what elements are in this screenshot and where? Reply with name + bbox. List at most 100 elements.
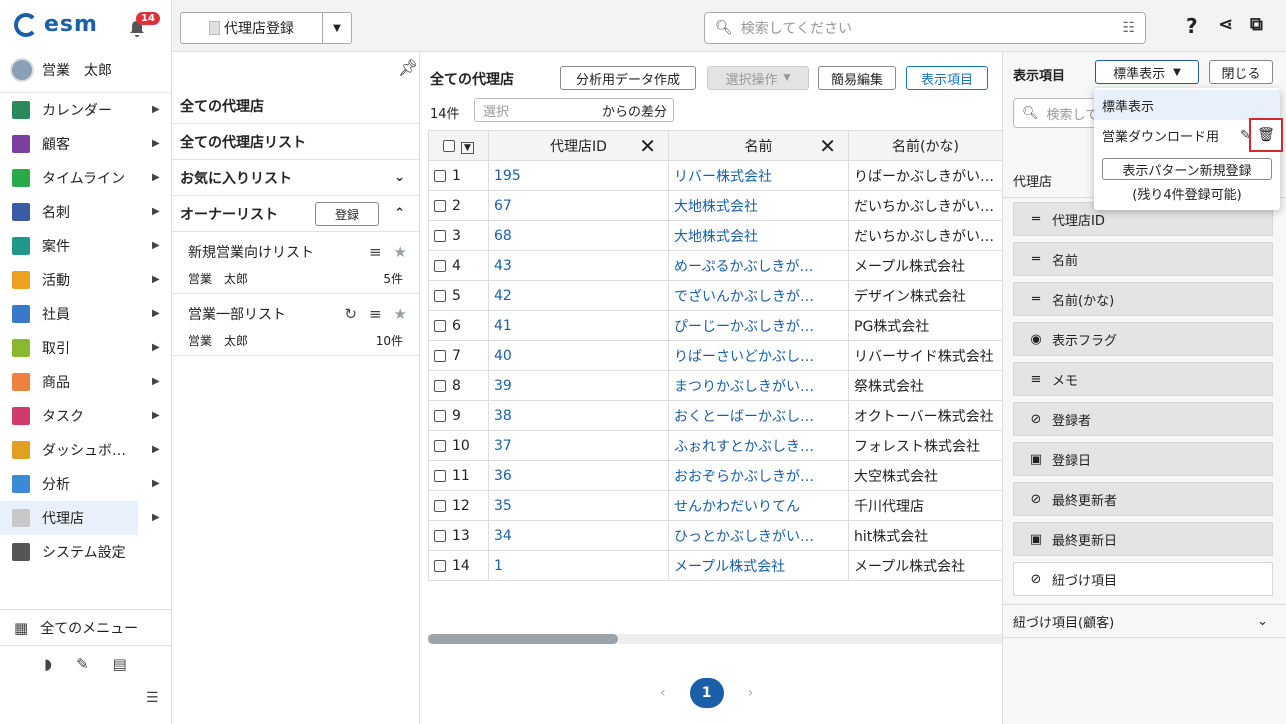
table-row[interactable]: 8 39 まつりかぶしきがい… 祭株式会社	[428, 370, 1003, 401]
agency-name-cell[interactable]: 大地株式会社	[668, 190, 849, 221]
sidebar-item[interactable]: タスク ▶	[0, 399, 171, 433]
list-item[interactable]: 新規営業向けリスト 営業 太郎 5件 ≡ ★	[172, 234, 419, 294]
pin-icon[interactable]: 📌︎	[398, 58, 418, 77]
sidebar-item[interactable]: 分析 ▶	[0, 467, 171, 501]
agency-id-cell[interactable]: 41	[488, 310, 669, 341]
manual-icon[interactable]: ◗	[44, 655, 52, 673]
quick-edit-button[interactable]: 簡易編集	[818, 66, 896, 90]
export-data-button[interactable]: 分析用データ作成	[560, 66, 696, 90]
wrench-icon[interactable]: ✎	[76, 655, 89, 673]
trash-icon[interactable]: 🗑︎	[1249, 118, 1283, 152]
row-select-cell[interactable]: 14	[428, 550, 489, 581]
agency-name-cell[interactable]: 大地株式会社	[668, 220, 849, 251]
collapse-sidebar-icon[interactable]: ☰	[146, 690, 159, 706]
agency-id-cell[interactable]: 68	[488, 220, 669, 251]
film-icon[interactable]: ▤	[113, 655, 127, 673]
agency-name-cell[interactable]: メープル株式会社	[668, 550, 849, 581]
agency-name-cell[interactable]: ひっとかぶしきがい…	[668, 520, 849, 551]
table-row[interactable]: 10 37 ふぉれすとかぶしき… フォレスト株式会社	[428, 430, 1003, 461]
column-header[interactable]: 名前(かな)	[848, 130, 1003, 161]
agency-id-cell[interactable]: 38	[488, 400, 669, 431]
register-agency-button[interactable]: 代理店登録	[181, 13, 323, 43]
filter-settings-icon[interactable]: ☷	[1122, 20, 1135, 36]
row-select-cell[interactable]: 4	[428, 250, 489, 281]
sidebar-item[interactable]: 案件 ▶	[0, 229, 171, 263]
agency-name-cell[interactable]: でざいんかぶしきが…	[668, 280, 849, 311]
field-item[interactable]: ⊘ 紐づけ項目	[1013, 562, 1273, 596]
row-checkbox[interactable]	[434, 169, 446, 182]
sidebar-item[interactable]: 社員 ▶	[0, 297, 171, 331]
sidebar-item[interactable]: ダッシュボ… ▶	[0, 433, 171, 467]
prev-page-icon[interactable]: ‹	[660, 685, 666, 701]
table-row[interactable]: 6 41 ぴーじーかぶしきが… PG株式会社	[428, 310, 1003, 341]
horizontal-scrollbar[interactable]	[428, 634, 1002, 644]
agency-id-cell[interactable]: 35	[488, 490, 669, 521]
row-checkbox[interactable]	[434, 229, 446, 242]
agency-id-cell[interactable]: 1	[488, 550, 669, 581]
row-select-cell[interactable]: 6	[428, 310, 489, 341]
agency-name-cell[interactable]: めーぷるかぶしきが…	[668, 250, 849, 281]
row-select-cell[interactable]: 3	[428, 220, 489, 251]
agency-id-cell[interactable]: 40	[488, 340, 669, 371]
agency-name-cell[interactable]: まつりかぶしきがい…	[668, 370, 849, 401]
star-icon[interactable]: ★	[394, 305, 407, 323]
table-row[interactable]: 1 195 リバー株式会社 りばーかぶしきがいしゃ	[428, 160, 1003, 191]
agency-name-cell[interactable]: リバー株式会社	[668, 160, 849, 191]
table-row[interactable]: 4 43 めーぷるかぶしきが… メープル株式会社	[428, 250, 1003, 281]
field-item[interactable]: ▣ 登録日	[1013, 442, 1273, 476]
all-menu-button[interactable]: ▦ 全てのメニュー	[0, 609, 171, 645]
table-row[interactable]: 7 40 りばーさいどかぶし… リバーサイド株式会社	[428, 340, 1003, 371]
row-checkbox[interactable]	[434, 349, 446, 362]
all-agencies-item[interactable]: 全ての代理店	[172, 88, 419, 124]
diff-select[interactable]: 選択 からの差分	[474, 98, 674, 122]
table-row[interactable]: 12 35 せんかわだいりてん 千川代理店	[428, 490, 1003, 521]
agency-name-cell[interactable]: ぴーじーかぶしきが…	[668, 310, 849, 341]
linked-customer-section[interactable]: 紐づけ項目(顧客) ⌄	[1003, 604, 1286, 638]
agency-id-cell[interactable]: 43	[488, 250, 669, 281]
row-checkbox[interactable]	[434, 319, 446, 332]
agency-name-cell[interactable]: ふぉれすとかぶしき…	[668, 430, 849, 461]
owner-list-register-button[interactable]: 登録	[315, 202, 379, 226]
table-row[interactable]: 2 67 大地株式会社 だいちかぶしきがいしゃ	[428, 190, 1003, 221]
field-item[interactable]: ⊘ 登録者	[1013, 402, 1273, 436]
row-checkbox[interactable]	[434, 379, 446, 392]
row-checkbox[interactable]	[434, 259, 446, 272]
field-item[interactable]: ▣ 最終更新日	[1013, 522, 1273, 556]
sidebar-item[interactable]: 活動 ▶	[0, 263, 171, 297]
next-page-icon[interactable]: ›	[748, 685, 754, 701]
owner-list-section[interactable]: オーナーリスト 登録 ⌃	[172, 196, 419, 232]
favorites-section[interactable]: お気に入りリスト ⌄	[172, 160, 419, 196]
agency-name-cell[interactable]: りばーさいどかぶし…	[668, 340, 849, 371]
agency-id-cell[interactable]: 37	[488, 430, 669, 461]
row-checkbox[interactable]	[434, 289, 446, 302]
row-select-cell[interactable]: 9	[428, 400, 489, 431]
row-checkbox[interactable]	[434, 529, 446, 542]
column-header[interactable]: 名前 ✕	[668, 130, 849, 161]
edit-list-icon[interactable]: ≡	[369, 305, 382, 323]
sidebar-item[interactable]: 商品 ▶	[0, 365, 171, 399]
sidebar-item[interactable]: システム設定	[0, 535, 171, 569]
new-pattern-button[interactable]: 表示パターン新規登録	[1102, 158, 1272, 180]
open-external-icon[interactable]: ⧉	[1250, 14, 1263, 35]
sidebar-item[interactable]: 取引 ▶	[0, 331, 171, 365]
display-items-button[interactable]: 表示項目	[906, 66, 988, 90]
logo[interactable]: esm	[14, 12, 98, 37]
row-select-cell[interactable]: 12	[428, 490, 489, 521]
sidebar-item[interactable]: 顧客 ▶	[0, 127, 171, 161]
sidebar-item[interactable]: 名刺 ▶	[0, 195, 171, 229]
table-row[interactable]: 5 42 でざいんかぶしきが… デザイン株式会社	[428, 280, 1003, 311]
table-row[interactable]: 11 36 おおぞらかぶしきが… 大空株式会社	[428, 460, 1003, 491]
agency-id-cell[interactable]: 42	[488, 280, 669, 311]
agency-id-cell[interactable]: 34	[488, 520, 669, 551]
sidebar-item[interactable]: タイムライン ▶	[0, 161, 171, 195]
agency-name-cell[interactable]: せんかわだいりてん	[668, 490, 849, 521]
select-action-button[interactable]: 選択操作 ▼	[707, 66, 809, 90]
agency-id-cell[interactable]: 195	[488, 160, 669, 191]
field-item[interactable]: ◉ 表示フラグ	[1013, 322, 1273, 356]
agency-name-cell[interactable]: おおぞらかぶしきが…	[668, 460, 849, 491]
edit-list-icon[interactable]: ≡	[369, 243, 382, 261]
table-row[interactable]: 3 68 大地株式会社 だいちかぶしきがいしゃ	[428, 220, 1003, 251]
pattern-select[interactable]: 標準表示 ▼	[1095, 60, 1199, 84]
star-icon[interactable]: ★	[394, 243, 407, 261]
row-checkbox[interactable]	[434, 409, 446, 422]
